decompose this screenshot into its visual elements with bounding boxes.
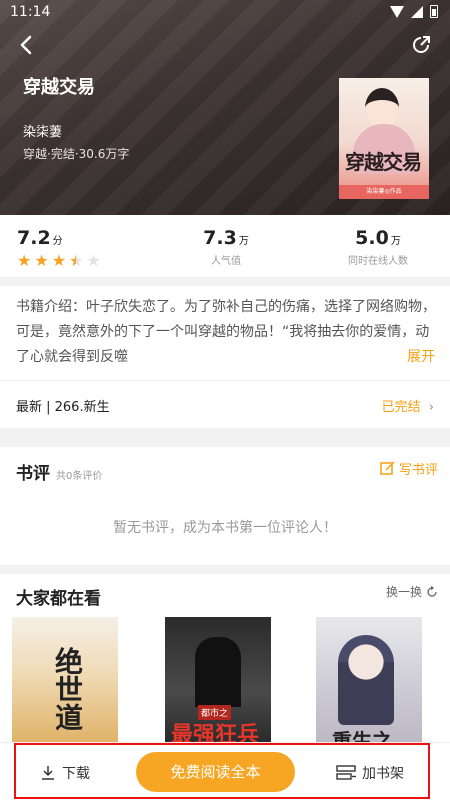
status-time: 11:14 [10, 4, 51, 20]
book-author[interactable]: 染柒萋 [23, 121, 62, 140]
empty-star-icon: ★ [86, 251, 101, 270]
online-stat: 5.0 万 同时在线人数 [333, 227, 423, 267]
add-to-shelf-button[interactable]: 加书架 [336, 763, 404, 783]
book-cover: 穿越交易 染柒萋◎作品 [339, 78, 429, 199]
star-icon: ★ [17, 251, 32, 270]
book-title: 穿越交易 [23, 77, 95, 98]
online-unit: 万 [390, 236, 401, 247]
back-arrow-icon [20, 35, 32, 55]
book-meta: 穿越·完结·30.6万字 [23, 147, 130, 161]
latest-chapter: 最新 | 266.新生 [16, 400, 110, 415]
edit-icon [380, 461, 395, 475]
recommend-title: 大家都在看 [16, 589, 101, 609]
book-header: 11:14 穿越交易 染柒萋 穿越·完结·30.6万字 穿越交易 染柒萋◎作品 [0, 0, 450, 215]
cover-title: 穿越交易 [345, 150, 422, 174]
cover-footer: 染柒萋◎作品 [339, 185, 429, 199]
expand-button[interactable]: 展开 [407, 346, 435, 366]
rating-value: 7.2 [17, 227, 51, 249]
rating: 7.2 分 [17, 227, 63, 249]
cover-figure [195, 637, 241, 707]
share-button[interactable] [410, 34, 432, 56]
refresh-icon [427, 585, 437, 597]
star-icon: ★ [34, 251, 49, 270]
online-label: 同时在线人数 [348, 256, 408, 267]
popularity-stat: 7.3 万 人气值 [186, 227, 266, 267]
status-bar: 11:14 [0, 0, 450, 26]
add-to-shelf-label: 加书架 [362, 766, 404, 782]
write-review-button[interactable]: 写书评 [380, 459, 438, 478]
share-icon [413, 36, 430, 53]
rating-stars: ★ ★ ★ ★ ★ [17, 251, 101, 270]
wifi-icon [390, 5, 404, 18]
review-title: 书评 [16, 464, 50, 484]
download-label: 下载 [62, 766, 90, 782]
review-count: 共0条评价 [56, 471, 103, 482]
status-icons [390, 5, 438, 18]
download-button[interactable]: 下载 [40, 763, 90, 783]
half-star-icon: ★ [69, 251, 84, 270]
completion-status-label: 已完结 [381, 400, 421, 415]
refresh-label: 换一换 [385, 585, 422, 599]
chevron-right-icon: › [428, 400, 434, 415]
rating-unit: 分 [52, 236, 63, 247]
cover-figure-head [365, 88, 399, 128]
cover-figure [338, 635, 394, 725]
refresh-button[interactable]: 换一换 [386, 583, 438, 600]
recommend-book-cover-text: 绝世道 [51, 647, 84, 731]
download-icon [42, 766, 54, 780]
star-icon: ★ [51, 251, 67, 270]
popularity-unit: 万 [238, 236, 249, 247]
online-value: 5.0 [355, 227, 389, 249]
read-free-button[interactable]: 免费阅读全本 [136, 752, 295, 792]
review-section: 书评 共0条评价 写书评 暂无书评，成为本书第一位评论人！ [0, 447, 450, 565]
intro-text: 书籍介绍：叶子欣失恋了。为了弥补自己的伤痛，选择了网络购物，可是，竟然意外的下了… [16, 299, 436, 365]
stats-row: 7.2 分 ★ ★ ★ ★ ★ 7.3 万 人气值 5.0 万 同时在线人数 [0, 215, 450, 277]
review-empty-text: 暂无书评，成为本书第一位评论人！ [113, 520, 337, 536]
write-review-label: 写书评 [398, 463, 438, 478]
popularity-value: 7.3 [203, 227, 237, 249]
popularity-label: 人气值 [211, 256, 241, 267]
latest-chapter-row[interactable]: 最新 | 266.新生 已完结 › [0, 380, 450, 428]
bookshelf-icon [336, 765, 356, 780]
back-button[interactable] [14, 32, 40, 58]
battery-icon [430, 5, 438, 18]
signal-icon [411, 5, 423, 18]
completion-status: 已完结 › [382, 396, 434, 415]
